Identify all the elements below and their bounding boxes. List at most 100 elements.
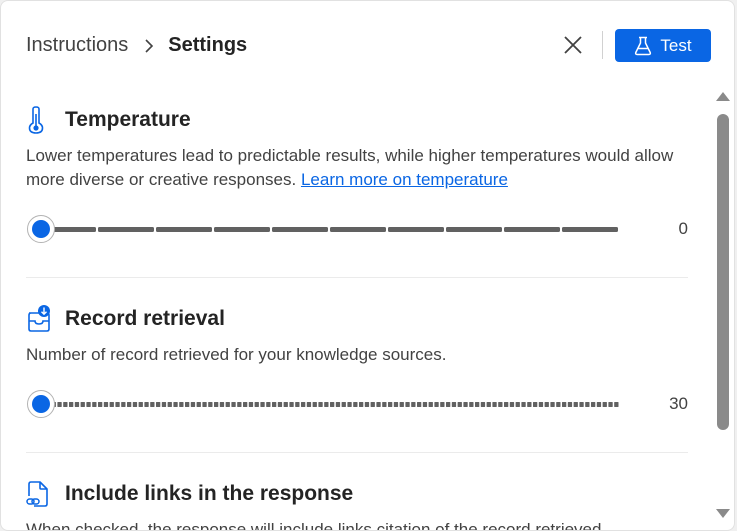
slider-track-segment [388,402,393,407]
slider-track-segment [596,402,602,407]
temperature-title: Temperature [65,108,191,131]
slider-track-segment [330,402,335,407]
slider-track-segment [121,402,126,407]
record-retrieval-slider-thumb-dot [32,395,50,413]
scroll-up-arrow-icon[interactable] [716,92,730,101]
slider-track-segment [515,402,520,407]
record-retrieval-slider-thumb[interactable] [27,390,55,418]
slider-track-segment [347,402,352,407]
slider-track-segment [353,402,358,407]
test-button-label: Test [660,35,692,55]
slider-track-segment [359,402,364,407]
slider-track-segment [214,402,219,407]
slider-track-segment [260,402,265,407]
slider-track-segment [86,402,91,407]
slider-track-segment [92,402,97,407]
slider-track-segment [138,402,143,407]
slider-track-segment [312,402,317,407]
slider-track-segment [591,402,596,407]
include-links-title: Include links in the response [65,482,354,505]
slider-track-segment [533,402,538,407]
slider-track-segment [469,402,474,407]
slider-track-segment [167,402,172,407]
slider-track-segment [156,227,212,232]
slider-track-segment [538,402,544,407]
slider-track-segment [602,402,607,407]
temperature-slider-thumb[interactable] [27,215,55,243]
slider-track-segment [80,402,85,407]
slider-track-segment [614,402,619,407]
thermometer-icon [26,106,54,134]
settings-content: Temperature Lower temperatures lead to p… [1,89,706,530]
slider-track-segment [150,402,155,407]
slider-track-segment [579,402,584,407]
slider-track-segment [74,402,80,407]
slider-track-segment [504,227,560,232]
slider-track-segment [330,227,386,232]
scroll-down-arrow-icon[interactable] [716,509,730,518]
slider-track-segment [127,402,132,407]
slider-track-segment [306,402,312,407]
slider-track-segment [231,402,236,407]
record-retrieval-slider[interactable]: 30 [26,389,688,419]
slider-track-segment [324,402,329,407]
breadcrumb-current: Settings [168,34,248,56]
test-button[interactable]: Test [615,29,711,62]
slider-track-segment [266,402,271,407]
slider-track-segment [446,402,451,407]
record-retrieval-value: 30 [669,394,688,413]
slider-track-segment [382,402,387,407]
slider-track-segment [144,402,149,407]
breadcrumb-instructions-link[interactable]: Instructions [26,34,128,57]
panel-header: Instructions Settings Test [1,1,734,89]
slider-track-segment [161,402,167,407]
include-links-section: Include links in the response When check… [26,479,688,530]
slider-track-segment [562,402,567,407]
slider-track-segment [132,402,138,407]
record-retrieval-slider-track[interactable] [40,402,620,407]
slider-track-segment [509,402,515,407]
slider-track-segment [417,402,422,407]
slider-track-segment [405,402,410,407]
record-retrieval-section: Record retrieval Number of record retrie… [26,304,688,367]
slider-track-segment [544,402,549,407]
slider-track-segment [196,402,201,407]
slider-track-segment [364,402,370,407]
temperature-slider-track[interactable] [40,227,620,232]
slider-track-segment [185,402,190,407]
record-retrieval-title: Record retrieval [65,307,225,330]
section-divider [26,277,688,278]
slider-track-segment [463,402,468,407]
slider-track-segment [103,402,109,407]
section-divider [26,452,688,453]
vertical-scrollbar[interactable] [713,89,733,530]
settings-panel: Instructions Settings Test Temperature L… [0,0,735,531]
slider-track-segment [272,402,277,407]
close-button[interactable] [557,29,589,61]
slider-track-segment [335,402,341,407]
slider-track-segment [225,402,230,407]
record-retrieval-description: Number of record retrieved for your know… [26,345,447,364]
slider-track-segment [550,402,555,407]
temperature-slider[interactable]: 0 [26,214,688,244]
slider-track-segment [422,402,428,407]
slider-track-segment [608,402,613,407]
slider-track-segment [434,402,439,407]
slider-track-segment [301,402,306,407]
scrollbar-thumb[interactable] [717,114,729,430]
slider-track-segment [295,402,300,407]
slider-track-segment [98,402,103,407]
slider-track-segment [475,402,480,407]
slider-track-segment [411,402,416,407]
slider-track-segment [109,402,114,407]
learn-more-temperature-link[interactable]: Learn more on temperature [301,170,508,189]
temperature-slider-thumb-dot [32,220,50,238]
slider-track-segment [237,402,242,407]
slider-track-segment [248,402,254,407]
slider-track-segment [283,402,288,407]
document-link-icon [26,480,54,508]
slider-track-segment [521,402,526,407]
temperature-description: Lower temperatures lead to predictable r… [26,144,676,192]
slider-track-segment [556,402,561,407]
slider-track-segment [457,402,462,407]
